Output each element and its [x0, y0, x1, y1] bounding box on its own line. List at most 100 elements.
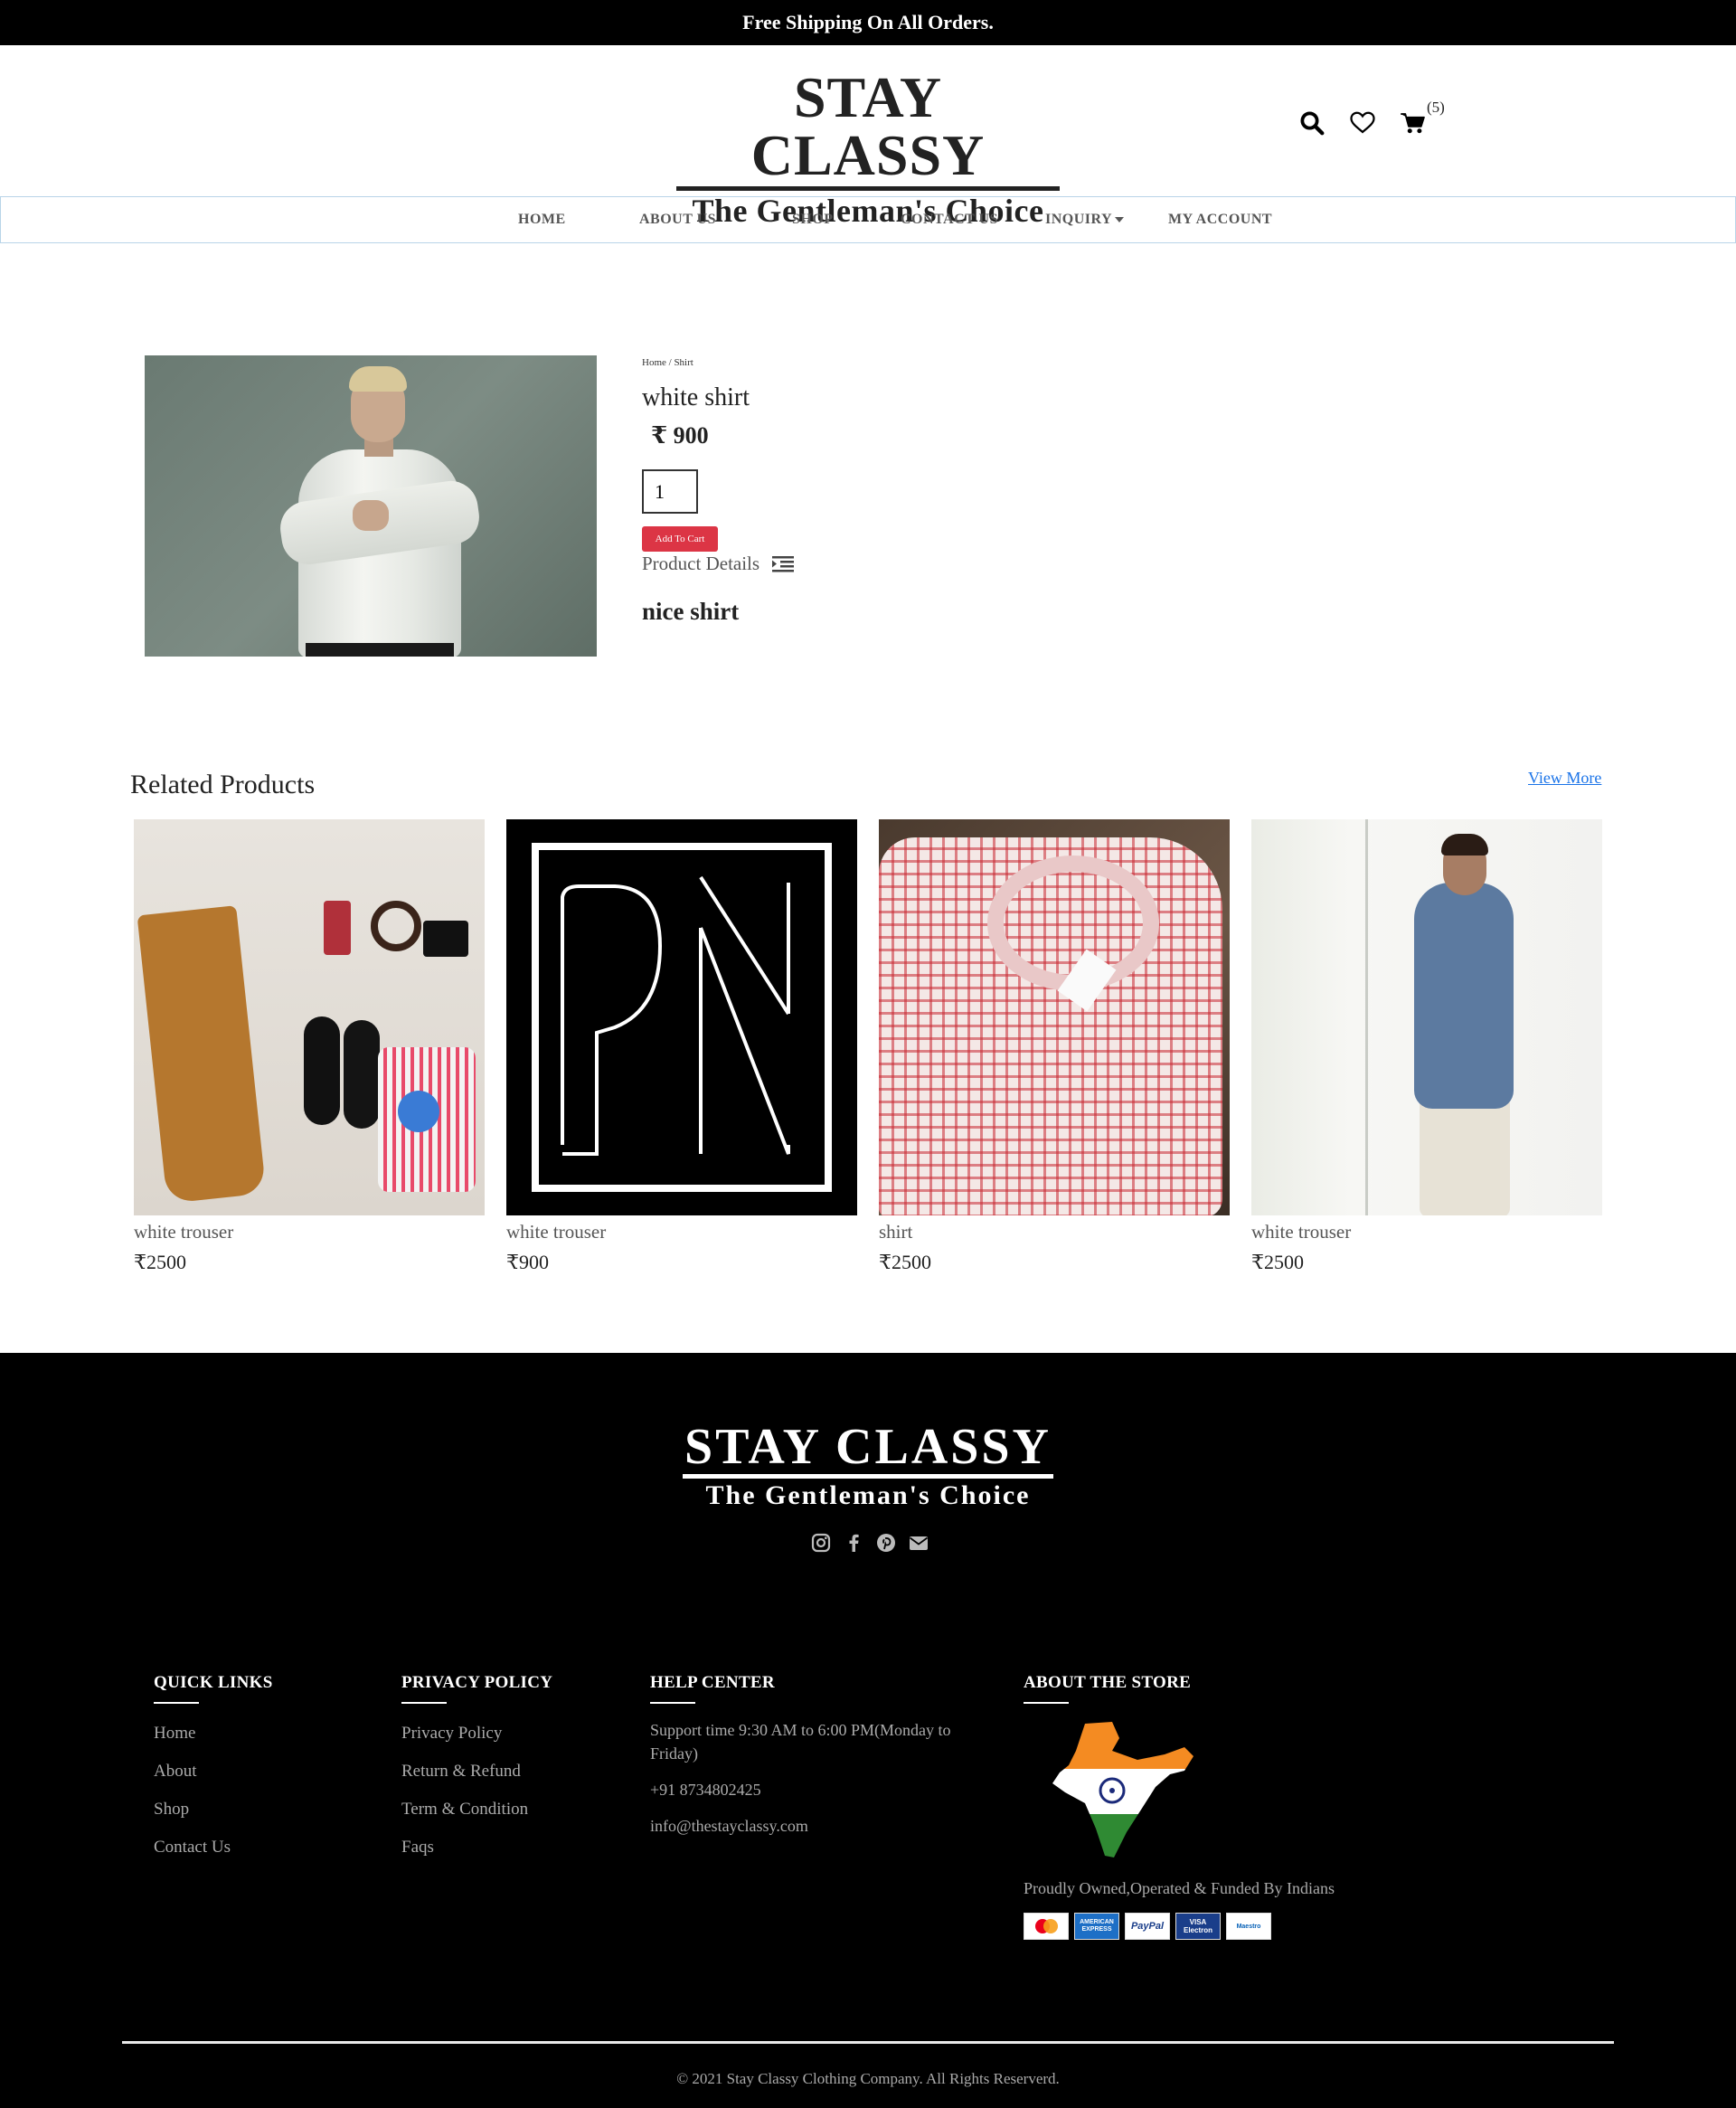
- footer-link-faqs[interactable]: Faqs: [401, 1838, 552, 1857]
- amex-icon: AMERICAN EXPRESS: [1074, 1913, 1119, 1940]
- paypal-icon: PayPal: [1125, 1913, 1170, 1940]
- caret-down-icon: [1115, 217, 1125, 223]
- view-more-link[interactable]: View More: [1528, 769, 1601, 788]
- email-envelope-icon[interactable]: [908, 1532, 929, 1554]
- footer-logo-title: STAY CLASSY: [683, 1422, 1053, 1479]
- image-bottle: [324, 901, 351, 955]
- related-product-card[interactable]: white trouser ₹2500: [1251, 819, 1602, 1273]
- privacy-policy-heading: PRIVACY POLICY: [401, 1673, 553, 1692]
- quick-links-heading: QUICK LINKS: [154, 1673, 273, 1692]
- footer-privacy-policy: PRIVACY POLICY Privacy Policy Return & R…: [401, 1673, 552, 1857]
- main-nav: HOME ABOUT US SHOP CONTACT US INQUIRY MY…: [0, 196, 1736, 243]
- related-product-price: ₹900: [506, 1251, 549, 1273]
- product-main-image: [145, 355, 597, 657]
- image-trousers: [137, 905, 267, 1204]
- nav-contact-us[interactable]: CONTACT US: [901, 197, 998, 242]
- related-product-card[interactable]: shirt ₹2500: [879, 819, 1230, 1273]
- instagram-icon[interactable]: [810, 1532, 832, 1554]
- footer-link-home[interactable]: Home: [154, 1724, 273, 1744]
- footer-link-terms[interactable]: Term & Condition: [401, 1800, 552, 1820]
- breadcrumb[interactable]: Home / Shirt: [642, 357, 693, 368]
- cart-icon[interactable]: (5): [1400, 99, 1445, 137]
- footer-link-privacy-policy[interactable]: Privacy Policy: [401, 1724, 552, 1744]
- facebook-icon[interactable]: [843, 1532, 864, 1554]
- image-wallet: [423, 921, 468, 957]
- related-product-price: ₹2500: [879, 1251, 931, 1273]
- nav-about-us[interactable]: ABOUT US: [639, 197, 716, 242]
- image-shirt-print: [398, 1091, 439, 1132]
- footer-help-center: HELP CENTER Support time 9:30 AM to 6:00…: [650, 1673, 985, 1838]
- footer-about-store: ABOUT THE STORE Proudly Owned,Operated &…: [1024, 1673, 1367, 1940]
- product-image-belt: [306, 643, 454, 657]
- related-product-price: ₹2500: [134, 1251, 186, 1273]
- about-store-text: Proudly Owned,Operated & Funded By India…: [1024, 1879, 1335, 1897]
- related-product-image[interactable]: [879, 819, 1230, 1215]
- image-shirt: [1414, 883, 1514, 1109]
- footer-logo-subtitle: The Gentleman's Choice: [705, 1480, 1031, 1510]
- related-products-heading: Related Products: [130, 770, 316, 799]
- nav-shop[interactable]: SHOP: [792, 197, 834, 242]
- add-to-cart-button[interactable]: Add To Cart: [642, 526, 718, 552]
- visa-electron-icon: VISA Electron: [1175, 1913, 1221, 1940]
- heading-underline: [154, 1702, 199, 1704]
- image-trousers: [1420, 1091, 1510, 1215]
- image-model-hair: [1441, 834, 1488, 855]
- social-links: [810, 1532, 929, 1554]
- india-flag-map: [1052, 1722, 1194, 1857]
- maestro-icon: Maestro: [1226, 1913, 1271, 1940]
- cart-count: (5): [1427, 99, 1445, 116]
- about-store-heading: ABOUT THE STORE: [1024, 1673, 1192, 1692]
- pn-logo-mark: [561, 875, 790, 1156]
- related-product-card[interactable]: white trouser ₹900: [506, 819, 857, 1273]
- related-product-card[interactable]: white trouser ₹2500: [134, 819, 485, 1273]
- product-title: white shirt: [642, 383, 750, 411]
- logo-title: STAY CLASSY: [676, 69, 1060, 191]
- nav-inquiry-label: INQUIRY: [1045, 212, 1113, 227]
- quantity-input[interactable]: [642, 469, 698, 514]
- support-phone[interactable]: +91 8734802425: [650, 1778, 985, 1801]
- footer-quick-links: QUICK LINKS Home About Shop Contact Us: [154, 1673, 273, 1857]
- related-product-name[interactable]: white trouser: [506, 1221, 857, 1243]
- image-wall-edge: [1365, 819, 1368, 1215]
- free-shipping-banner: Free Shipping On All Orders.: [0, 0, 1736, 45]
- product-details-label: Product Details: [642, 553, 760, 574]
- related-product-image[interactable]: [506, 819, 857, 1215]
- nav-home[interactable]: HOME: [518, 197, 566, 242]
- heading-underline: [401, 1702, 447, 1704]
- site-footer: STAY CLASSY The Gentleman's Choice QUICK…: [0, 1353, 1736, 2108]
- product-price: ₹ 900: [651, 422, 709, 449]
- image-belt: [371, 901, 421, 951]
- indent-list-icon: [772, 555, 795, 573]
- footer-link-return-refund[interactable]: Return & Refund: [401, 1762, 552, 1782]
- nav-my-account[interactable]: MY ACCOUNT: [1168, 197, 1272, 242]
- related-product-name[interactable]: shirt: [879, 1221, 1230, 1243]
- related-product-price: ₹2500: [1251, 1251, 1304, 1273]
- footer-link-shop[interactable]: Shop: [154, 1800, 273, 1820]
- image-shoe: [304, 1016, 340, 1125]
- heading-underline: [1024, 1702, 1069, 1704]
- related-product-image[interactable]: [1251, 819, 1602, 1215]
- product-image-hand: [353, 500, 389, 531]
- heading-underline: [650, 1702, 695, 1704]
- image-shoe: [344, 1020, 380, 1129]
- support-email[interactable]: info@thestayclassy.com: [650, 1814, 985, 1838]
- footer-divider: [122, 2041, 1614, 2044]
- wishlist-heart-icon[interactable]: [1349, 109, 1376, 137]
- pinterest-icon[interactable]: [875, 1532, 897, 1554]
- search-icon[interactable]: [1298, 109, 1326, 137]
- payment-methods: AMERICAN EXPRESS PayPal VISA Electron Ma…: [1024, 1913, 1367, 1940]
- related-product-name[interactable]: white trouser: [1251, 1221, 1602, 1243]
- footer-link-contact-us[interactable]: Contact Us: [154, 1838, 273, 1857]
- help-center-heading: HELP CENTER: [650, 1673, 775, 1692]
- related-product-image[interactable]: [134, 819, 485, 1215]
- header-icons: (5): [1298, 99, 1445, 139]
- nav-inquiry-dropdown[interactable]: INQUIRY: [1045, 197, 1125, 242]
- footer-link-about[interactable]: About: [154, 1762, 273, 1782]
- support-time: Support time 9:30 AM to 6:00 PM(Monday t…: [650, 1721, 951, 1763]
- footer-logo[interactable]: STAY CLASSY The Gentleman's Choice: [676, 1422, 1060, 1511]
- mastercard-icon: [1024, 1913, 1069, 1940]
- product-details-toggle[interactable]: Product Details: [642, 553, 795, 575]
- related-product-name[interactable]: white trouser: [134, 1221, 485, 1243]
- mastercard-logo: [1028, 1916, 1064, 1936]
- copyright-text: © 2021 Stay Classy Clothing Company. All…: [676, 2070, 1060, 2087]
